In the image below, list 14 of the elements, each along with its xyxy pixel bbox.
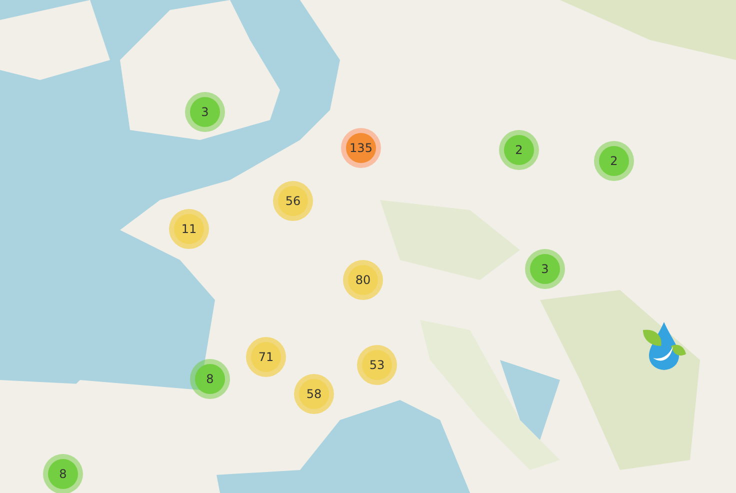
cluster-marker[interactable]: 71 <box>246 337 286 377</box>
cluster-marker[interactable]: 3 <box>185 92 225 132</box>
cluster-marker[interactable]: 58 <box>294 374 334 414</box>
cluster-marker[interactable]: 80 <box>343 260 383 300</box>
cluster-marker[interactable]: 56 <box>273 181 313 221</box>
cluster-marker[interactable]: 3 <box>525 249 565 289</box>
cluster-marker[interactable]: 8 <box>190 359 230 399</box>
cluster-marker[interactable]: 8 <box>43 454 83 493</box>
cluster-marker[interactable]: 135 <box>341 128 381 168</box>
cluster-marker[interactable]: 2 <box>594 141 634 181</box>
cluster-marker[interactable]: 2 <box>499 130 539 170</box>
cluster-marker[interactable]: 53 <box>357 345 397 385</box>
drop-leaf-marker-icon[interactable] <box>641 320 687 370</box>
cluster-marker[interactable]: 11 <box>169 209 209 249</box>
